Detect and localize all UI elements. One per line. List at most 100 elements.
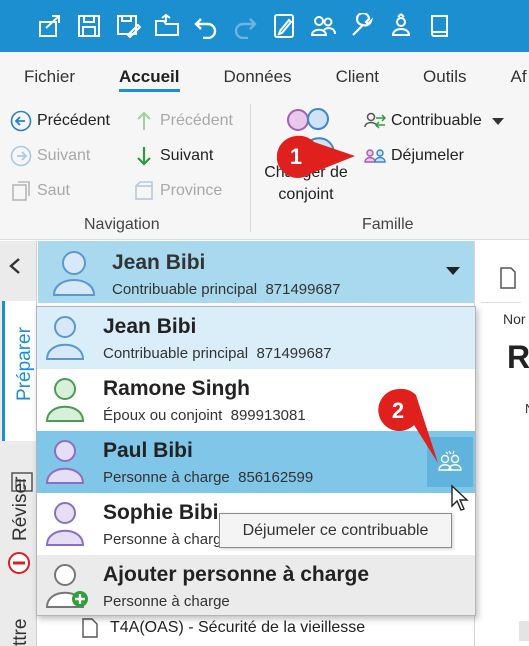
mouse-cursor-icon (451, 484, 469, 511)
list-item[interactable]: Jean Bibi Contribuable principal 8714996… (37, 307, 475, 369)
forward-arrow-icon (10, 145, 32, 167)
current-taxpayer-name: Jean Bibi (112, 251, 206, 274)
person-name: Jean Bibi (103, 315, 197, 338)
tab-donnees[interactable]: Données (224, 52, 292, 100)
taxpayer-switch-icon (364, 112, 386, 129)
person-info: Personne à charge 856162599 (103, 469, 313, 486)
person-name: Paul Bibi (103, 439, 193, 462)
chevron-left-icon (9, 258, 20, 274)
person-sin: 871499687 (256, 345, 332, 362)
edit-form-icon[interactable] (264, 6, 303, 46)
add-dependent-sub: Personne à charge (103, 593, 230, 610)
previous-label: Précédent (37, 112, 110, 129)
tab-transmettre-label: ttre (10, 618, 31, 646)
tab-affichage[interactable]: Af (511, 52, 527, 100)
avatar (45, 502, 85, 546)
jump-icon (12, 181, 30, 201)
avatar (52, 251, 96, 296)
person-name: Ramone Singh (103, 377, 251, 400)
person-role: Contribuable principal (103, 345, 249, 362)
taxpayer-label: Contribuable (391, 112, 482, 129)
unsplit-icon (364, 149, 386, 163)
taxpayer-selector[interactable]: Jean Bibi Contribuable principal 8714996… (38, 241, 474, 303)
avatar (45, 440, 85, 484)
province-label: Province (160, 182, 223, 199)
person-role: Époux ou conjoint (103, 407, 223, 424)
add-person-icon (45, 564, 88, 608)
collapse-panel-button[interactable] (8, 257, 22, 281)
taxpayer-dropdown-button[interactable]: Contribuable (364, 110, 504, 132)
jump-button: Saut (10, 180, 70, 202)
province-icon (135, 181, 153, 200)
back-arrow-icon (10, 110, 32, 132)
current-taxpayer-info: Contribuable principal 871499687 (112, 281, 341, 298)
left-rail: Préparer Réviser ttre (0, 241, 37, 646)
tab-preparer[interactable]: Préparer (2, 301, 36, 492)
document-icon (82, 618, 98, 638)
ribbon-home: Précédent Précédent Suivant Suivant Saut… (0, 100, 529, 240)
ribbon-tabs: Fichier Accueil Données Client Outils Af (0, 52, 529, 100)
list-item[interactable]: T4A(OAS) - Sécurité de la vieillesse (82, 618, 365, 638)
previous-section-label: Précédent (160, 112, 233, 129)
unsplit-button[interactable]: Déjumeler (364, 145, 464, 167)
tab-transmettre[interactable]: ttre (2, 601, 36, 646)
person-role: Personne à charge (103, 531, 230, 548)
person-info: Époux ou conjoint 899913081 (103, 407, 306, 424)
right-panel-heading: R (507, 339, 529, 375)
person-role: Personne à charge (103, 469, 230, 486)
book-icon[interactable] (420, 6, 459, 46)
previous-button[interactable]: Précédent (10, 110, 110, 132)
ribbon-separator (250, 104, 251, 232)
quick-access-toolbar (0, 0, 529, 52)
right-panel: Nor R N (474, 241, 529, 646)
down-arrow-icon (137, 147, 151, 166)
error-icon (8, 552, 30, 574)
person-info: Personne à charge (103, 531, 230, 548)
next-label: Suivant (160, 147, 214, 164)
tab-client[interactable]: Client (336, 52, 379, 100)
family-icon[interactable] (303, 6, 342, 46)
tab-accueil[interactable]: Accueil (119, 52, 180, 100)
person-sin: 856162599 (238, 469, 314, 486)
avatar (45, 316, 85, 360)
right-panel-tab[interactable] (481, 263, 521, 303)
tab-fichier[interactable]: Fichier (24, 52, 75, 100)
tab-outils[interactable]: Outils (423, 52, 466, 100)
avatar (45, 378, 85, 422)
tools-icon[interactable] (342, 6, 381, 46)
previous-section-button: Précédent (133, 110, 233, 132)
tooltip: Déjumeler ce contribuable (219, 513, 452, 548)
callout-bubble-icon (378, 388, 438, 463)
user-upload-icon[interactable] (381, 6, 420, 46)
person-info: Contribuable principal 871499687 (103, 345, 332, 362)
jump-label: Saut (37, 182, 70, 199)
tab-reviser[interactable]: Réviser (2, 461, 36, 581)
province-button: Province (133, 180, 222, 202)
save-icon[interactable] (69, 6, 108, 46)
scrollbar[interactable] (519, 621, 529, 641)
callout-1: 1 (277, 134, 357, 182)
callout-2: 2 (372, 385, 442, 465)
redo-icon (225, 6, 264, 46)
current-taxpayer-sin: 871499687 (265, 281, 341, 298)
dropdown-caret-icon[interactable] (446, 267, 460, 275)
unsplit-label: Déjumeler (391, 147, 464, 164)
open-folder-icon[interactable] (147, 6, 186, 46)
document-icon (500, 267, 516, 289)
chevron-down-icon (491, 117, 504, 125)
next-button[interactable]: Suivant (133, 145, 213, 167)
right-panel-small-label: N (525, 401, 529, 416)
callout-number: 1 (289, 144, 303, 169)
famille-group-label: Famille (362, 216, 414, 233)
person-sin: 899913081 (230, 407, 306, 424)
save-as-icon[interactable] (108, 6, 147, 46)
tab-reviser-label: Réviser (10, 476, 31, 541)
list-item-label: T4A(OAS) - Sécurité de la vieillesse (110, 619, 366, 636)
add-dependent-button[interactable]: Ajouter personne à charge Personne à cha… (37, 555, 475, 615)
undo-icon[interactable] (186, 6, 225, 46)
callout-number: 2 (391, 398, 405, 423)
change-spouse-label-line2: conjoint (278, 186, 334, 203)
up-arrow-icon (137, 111, 151, 130)
export-icon[interactable] (30, 6, 69, 46)
next-disabled-label: Suivant (37, 147, 91, 164)
